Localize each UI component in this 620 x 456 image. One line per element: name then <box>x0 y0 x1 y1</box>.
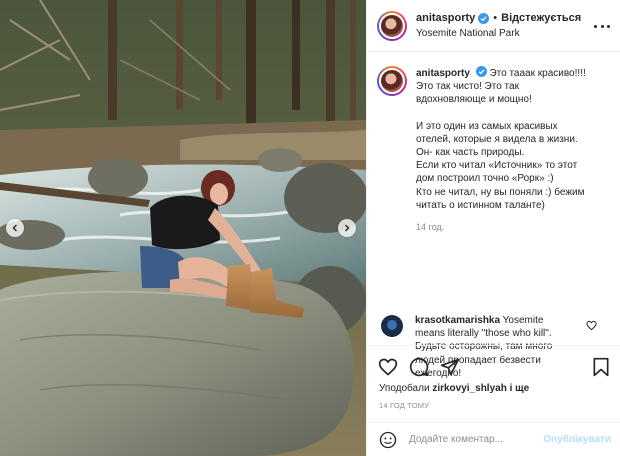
caption-text-line: И это один из самых красивых <box>416 120 558 132</box>
emoji-smile-icon[interactable] <box>379 431 397 449</box>
post-side-panel: anitasporty • Відстежується Yosemite Nat… <box>366 0 620 456</box>
bookmark-icon[interactable] <box>591 357 611 377</box>
comment-like-heart-icon[interactable] <box>586 320 597 331</box>
heart-icon[interactable] <box>378 357 398 377</box>
caption-text-line: Кто не читал, ну вы поняли :) бежим <box>416 186 585 198</box>
caption-text-line: вдохновляюще и мощно! <box>416 94 532 106</box>
paper-plane-icon[interactable] <box>440 357 460 377</box>
likes-more-link[interactable]: і ще <box>510 383 530 394</box>
more-horizontal-icon <box>594 24 597 28</box>
post-header: anitasporty • Відстежується Yosemite Nat… <box>367 0 620 52</box>
post-actions: Уподобали zirkovyi_shlyah і ще 14 ГОД ТО… <box>367 345 620 455</box>
reply-text-line: Yosemite <box>502 315 544 326</box>
carousel-next-button[interactable] <box>338 219 356 237</box>
follow-status-button[interactable]: Відстежується <box>501 11 581 26</box>
photo-scene <box>0 0 366 456</box>
caption-text-line: дом построил точно «Рорк» :) <box>416 173 554 185</box>
post-location[interactable]: Yosemite National Park <box>416 26 581 41</box>
caption-author-avatar[interactable] <box>377 66 407 96</box>
likes-summary: Уподобали zirkovyi_shlyah і ще <box>367 380 620 395</box>
caption: anitasporty Это тааак красиво!!!! Это та… <box>377 66 610 234</box>
caption-text-line: Он- как часть природы. <box>416 147 525 159</box>
caption-text-line: Это тааак красиво!!!! <box>489 68 586 79</box>
comments-section: anitasporty Это тааак красиво!!!! Это та… <box>367 52 620 379</box>
reply-text-line: means literally "those who kill". <box>415 328 552 340</box>
likes-prefix: Уподобали <box>379 383 430 394</box>
carousel-prev-button[interactable] <box>6 219 24 237</box>
author-avatar[interactable] <box>377 10 407 41</box>
caption-text-line: отелей, которые я видела в жизни. <box>416 133 578 145</box>
caption-time[interactable]: 14 год. <box>416 221 610 234</box>
add-comment-bar: Опублікувати <box>367 422 620 456</box>
caption-text-line: читать о истинном таланте) <box>416 199 545 211</box>
author-username[interactable]: anitasporty <box>416 11 475 26</box>
author-info: anitasporty • Відстежується Yosemite Nat… <box>416 11 581 41</box>
verified-badge-icon <box>475 66 487 77</box>
post-timestamp[interactable]: 14 ГОД ТОМУ <box>367 395 620 410</box>
instagram-post: anitasporty • Відстежується Yosemite Nat… <box>0 0 620 456</box>
comment-input[interactable] <box>409 434 537 445</box>
verified-badge-icon <box>478 12 490 24</box>
caption-text-line: Если кто читал «Источник» то этот <box>416 160 578 172</box>
more-options-button[interactable] <box>594 20 610 32</box>
chevron-right-icon <box>345 224 350 232</box>
likes-user-link[interactable]: zirkovyi_shlyah <box>432 383 506 394</box>
reply-author-avatar[interactable] <box>381 315 403 337</box>
comment-bubble-icon[interactable] <box>409 357 429 377</box>
reply-username[interactable]: krasotkamarishka <box>415 315 500 326</box>
publish-button[interactable]: Опублікувати <box>543 434 611 445</box>
chevron-left-icon <box>12 224 17 232</box>
caption-body: anitasporty Это тааак красиво!!!! Это та… <box>416 66 610 234</box>
caption-text-line: Это так чисто! Это так <box>416 81 519 93</box>
caption-username[interactable]: anitasporty <box>416 68 470 79</box>
separator-dot: • <box>493 11 498 24</box>
action-icons-row <box>367 346 620 380</box>
post-photo[interactable] <box>0 0 366 456</box>
